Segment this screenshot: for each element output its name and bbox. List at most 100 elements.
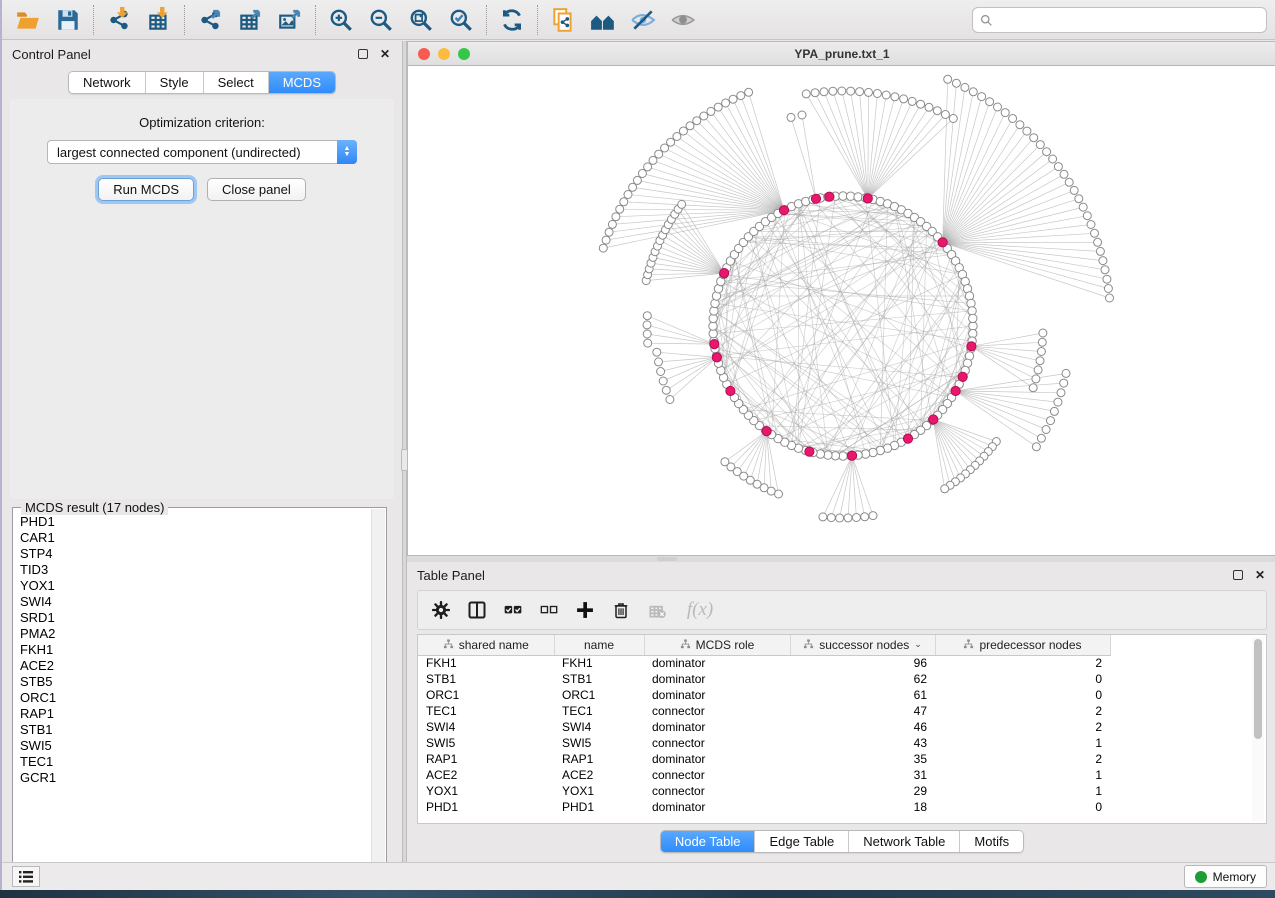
result-node[interactable]: ACE2 (20, 658, 372, 674)
tab-edge-table[interactable]: Edge Table (755, 831, 849, 852)
network-graph[interactable] (408, 66, 1275, 554)
zoom-in-button[interactable] (321, 4, 361, 36)
result-node[interactable]: ORC1 (20, 690, 372, 706)
add-button[interactable] (570, 595, 600, 625)
result-node[interactable]: PHD1 (20, 514, 372, 530)
cell-MCDS-role[interactable]: dominator (644, 799, 790, 815)
cell-name[interactable]: PHD1 (554, 799, 644, 815)
search-input[interactable] (993, 13, 1266, 27)
cell-successor-nodes[interactable]: 29 (790, 783, 935, 799)
deselect-all-button[interactable] (534, 595, 564, 625)
column-header-MCDS-role[interactable]: MCDS role (644, 635, 790, 655)
export-network-button[interactable] (190, 4, 230, 36)
cell-predecessor-nodes[interactable]: 2 (935, 655, 1110, 671)
cell-MCDS-role[interactable]: dominator (644, 719, 790, 735)
tab-network-table[interactable]: Network Table (849, 831, 960, 852)
result-node[interactable]: STP4 (20, 546, 372, 562)
gear-button[interactable] (426, 595, 456, 625)
table-row[interactable]: PHD1PHD1dominator180 (418, 799, 1110, 815)
result-node[interactable]: SWI5 (20, 738, 372, 754)
cell-predecessor-nodes[interactable]: 2 (935, 751, 1110, 767)
window-close-icon[interactable] (418, 48, 430, 60)
cell-predecessor-nodes[interactable]: 1 (935, 783, 1110, 799)
result-node[interactable]: PMA2 (20, 626, 372, 642)
result-node[interactable]: FKH1 (20, 642, 372, 658)
import-table-button[interactable] (139, 4, 179, 36)
zoom-out-button[interactable] (361, 4, 401, 36)
table-row[interactable]: ACE2ACE2connector311 (418, 767, 1110, 783)
cell-MCDS-role[interactable]: dominator (644, 655, 790, 671)
tab-mcds[interactable]: MCDS (269, 72, 335, 93)
result-node[interactable]: RAP1 (20, 706, 372, 722)
table-row[interactable]: RAP1RAP1dominator352 (418, 751, 1110, 767)
result-node[interactable]: SWI4 (20, 594, 372, 610)
cell-MCDS-role[interactable]: dominator (644, 687, 790, 703)
column-header-successor-nodes[interactable]: successor nodes⌄ (790, 635, 935, 655)
result-node[interactable]: CAR1 (20, 530, 372, 546)
cell-successor-nodes[interactable]: 35 (790, 751, 935, 767)
cell-predecessor-nodes[interactable]: 1 (935, 735, 1110, 751)
column-header-shared-name[interactable]: shared name (418, 635, 554, 655)
table-scroll-thumb[interactable] (1254, 639, 1262, 739)
result-node[interactable]: YOX1 (20, 578, 372, 594)
import-network-button[interactable] (99, 4, 139, 36)
cell-shared-name[interactable]: PHD1 (418, 799, 554, 815)
cell-name[interactable]: STB1 (554, 671, 644, 687)
export-image-button[interactable] (270, 4, 310, 36)
table-row[interactable]: SWI4SWI4dominator462 (418, 719, 1110, 735)
result-scrollbar[interactable] (371, 509, 385, 872)
cell-successor-nodes[interactable]: 31 (790, 767, 935, 783)
cell-MCDS-role[interactable]: connector (644, 703, 790, 719)
table-float-button[interactable] (1231, 568, 1245, 582)
result-node[interactable]: STB1 (20, 722, 372, 738)
memory-button[interactable]: Memory (1184, 865, 1267, 888)
columns-button[interactable] (462, 595, 492, 625)
cell-shared-name[interactable]: SWI5 (418, 735, 554, 751)
cell-shared-name[interactable]: SWI4 (418, 719, 554, 735)
table-scrollbar[interactable] (1252, 637, 1264, 821)
result-node[interactable]: STB5 (20, 674, 372, 690)
cell-name[interactable]: ACE2 (554, 767, 644, 783)
cell-shared-name[interactable]: YOX1 (418, 783, 554, 799)
table-close-button[interactable]: ✕ (1253, 568, 1267, 582)
clear-table-button[interactable] (642, 595, 672, 625)
select-all-button[interactable] (498, 595, 528, 625)
show-all-button[interactable] (663, 4, 703, 36)
cell-shared-name[interactable]: STB1 (418, 671, 554, 687)
cell-predecessor-nodes[interactable]: 0 (935, 799, 1110, 815)
cell-name[interactable]: ORC1 (554, 687, 644, 703)
tab-node-table[interactable]: Node Table (661, 831, 756, 852)
table-row[interactable]: YOX1YOX1connector291 (418, 783, 1110, 799)
export-table-button[interactable] (230, 4, 270, 36)
cell-MCDS-role[interactable]: dominator (644, 751, 790, 767)
criterion-dropdown[interactable]: largest connected component (undirected)… (47, 140, 357, 164)
tab-style[interactable]: Style (146, 72, 204, 93)
result-node[interactable]: TID3 (20, 562, 372, 578)
mcds-result-list[interactable]: PHD1CAR1STP4TID3YOX1SWI4SRD1PMA2FKH1ACE2… (14, 514, 372, 872)
cell-name[interactable]: FKH1 (554, 655, 644, 671)
tab-network[interactable]: Network (69, 72, 146, 93)
cell-predecessor-nodes[interactable]: 1 (935, 767, 1110, 783)
window-zoom-icon[interactable] (458, 48, 470, 60)
result-node[interactable]: TEC1 (20, 754, 372, 770)
run-mcds-button[interactable]: Run MCDS (98, 178, 194, 201)
cell-name[interactable]: SWI5 (554, 735, 644, 751)
cell-name[interactable]: SWI4 (554, 719, 644, 735)
table-row[interactable]: ORC1ORC1dominator610 (418, 687, 1110, 703)
cell-successor-nodes[interactable]: 47 (790, 703, 935, 719)
open-file-button[interactable] (8, 4, 48, 36)
zoom-selected-button[interactable] (441, 4, 481, 36)
first-neighbors-button[interactable] (583, 4, 623, 36)
cell-MCDS-role[interactable]: dominator (644, 671, 790, 687)
save-session-button[interactable] (48, 4, 88, 36)
network-canvas[interactable] (408, 66, 1275, 554)
copy-network-button[interactable] (543, 4, 583, 36)
table-row[interactable]: STB1STB1dominator620 (418, 671, 1110, 687)
cell-shared-name[interactable]: RAP1 (418, 751, 554, 767)
function-builder-button[interactable]: f(x) (678, 595, 722, 625)
column-header-name[interactable]: name (554, 635, 644, 655)
cell-MCDS-role[interactable]: connector (644, 767, 790, 783)
window-minimize-icon[interactable] (438, 48, 450, 60)
cell-successor-nodes[interactable]: 43 (790, 735, 935, 751)
table-row[interactable]: TEC1TEC1connector472 (418, 703, 1110, 719)
